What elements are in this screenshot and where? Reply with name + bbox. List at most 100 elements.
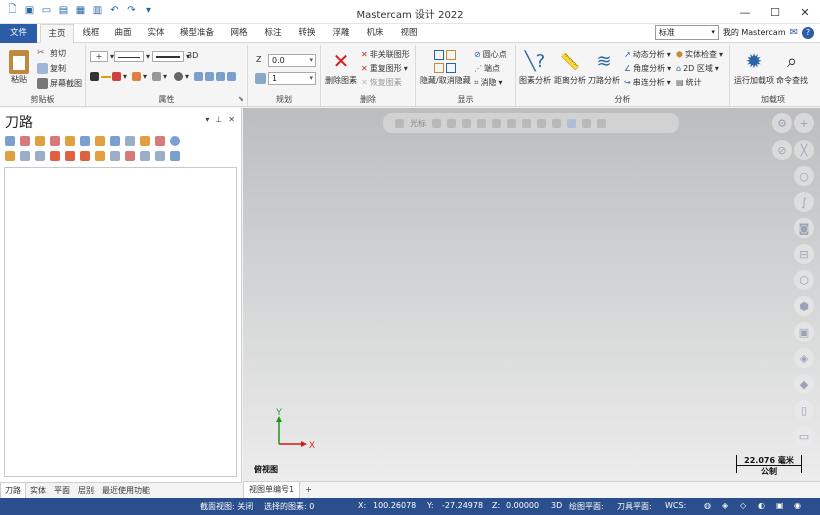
tab-wireframe[interactable]: 线框 bbox=[77, 24, 105, 43]
non-assoc-button[interactable]: ✕ 非关联图形 bbox=[361, 49, 410, 60]
entity-analyze-button[interactable]: ╲? 图素分析 bbox=[519, 49, 551, 86]
add-viewsheet-button[interactable]: + bbox=[300, 482, 317, 498]
grid-icon[interactable] bbox=[552, 118, 561, 128]
add-icon[interactable]: + bbox=[794, 113, 814, 133]
tab-mesh[interactable]: 网格 bbox=[224, 24, 254, 43]
tab-solids[interactable]: 实体 bbox=[141, 24, 171, 43]
material-button[interactable]: ▾ bbox=[152, 72, 167, 81]
edit-icon[interactable] bbox=[155, 136, 165, 146]
pin-icon[interactable]: ⊥ bbox=[215, 115, 222, 124]
plane-mask-icon[interactable]: ▭ bbox=[794, 426, 814, 446]
level-mask-icon[interactable]: ◆ bbox=[794, 374, 814, 394]
line-mask-icon[interactable]: ╳ bbox=[794, 140, 814, 160]
mode-3d-status[interactable]: 3D bbox=[551, 501, 562, 510]
regen-dirty-icon[interactable] bbox=[50, 136, 60, 146]
toolpath-analyze-button[interactable]: ≋ 刀路分析 bbox=[588, 49, 620, 86]
lock-view-icon[interactable] bbox=[395, 118, 404, 128]
optimize-icon[interactable] bbox=[140, 136, 150, 146]
toggle-post-icon[interactable] bbox=[35, 151, 45, 161]
tab-home[interactable]: 主页 bbox=[40, 24, 74, 44]
close-icon[interactable]: ✕ bbox=[790, 0, 820, 24]
shading-mask-icon[interactable]: ▣ bbox=[794, 322, 814, 342]
center-point-button[interactable]: ⊘ 圆心点 bbox=[474, 49, 507, 60]
tab-model-prep[interactable]: 模型准备 bbox=[174, 24, 220, 43]
paste-button[interactable]: 粘贴 bbox=[11, 74, 27, 85]
regen-icon[interactable] bbox=[35, 136, 45, 146]
paste-icon[interactable] bbox=[9, 50, 29, 74]
screenshot-button[interactable]: 屏幕截图 bbox=[37, 78, 82, 89]
tab-solids-panel[interactable]: 实体 bbox=[26, 483, 50, 499]
restore-button[interactable]: ✕ 恢复图素 bbox=[361, 77, 402, 88]
lock-icon[interactable] bbox=[5, 151, 15, 161]
tplane-status[interactable]: 刀具平面: bbox=[617, 501, 652, 512]
operations-tree[interactable] bbox=[4, 167, 237, 477]
select-window-icon[interactable] bbox=[477, 118, 486, 128]
setup-sheet-icon[interactable] bbox=[155, 151, 165, 161]
body-mask-icon[interactable]: ⬢ bbox=[794, 296, 814, 316]
endpoint-button[interactable]: ⋰ 端点 bbox=[474, 63, 500, 74]
clear-icon[interactable]: ⊘ bbox=[772, 140, 792, 160]
section-status-icon[interactable]: ▣ bbox=[776, 501, 784, 510]
spline-mask-icon[interactable]: ∫ bbox=[794, 192, 814, 212]
copy-button[interactable]: 复制 bbox=[37, 63, 66, 74]
surface-color-button[interactable]: ▾ bbox=[112, 72, 127, 81]
post-icon[interactable] bbox=[110, 136, 120, 146]
solid-mask-icon[interactable]: ⊟ bbox=[794, 244, 814, 264]
delete-entity-button[interactable]: ✕ 删除图素 bbox=[325, 49, 357, 86]
solid-color-button[interactable]: ▾ bbox=[132, 72, 147, 81]
cut-button[interactable]: ✂ 剪切 bbox=[37, 48, 66, 59]
duplicate-button[interactable]: ✕ 重复图形 ▾ bbox=[361, 63, 408, 74]
area-2d-button[interactable]: ⌂ 2D 区域 ▾ bbox=[676, 63, 719, 74]
cursor-snap-dropdown[interactable]: 光标 bbox=[410, 118, 426, 129]
refresh-icon[interactable] bbox=[597, 118, 606, 128]
surface-mask-icon[interactable]: ◙ bbox=[794, 218, 814, 238]
blank-button[interactable]: ⌗ 消隐 ▾ bbox=[474, 77, 503, 88]
run-addin-button[interactable]: ✹ 运行加载项 bbox=[734, 49, 774, 86]
tab-annotate[interactable]: 标注 bbox=[258, 24, 288, 43]
email-icon[interactable]: ✉ bbox=[790, 27, 798, 38]
snap-icon[interactable] bbox=[432, 118, 441, 128]
select-all-icon[interactable] bbox=[5, 136, 15, 146]
single-op-icon[interactable] bbox=[110, 151, 120, 161]
help-circle-icon[interactable] bbox=[170, 136, 180, 146]
select-gear-icon[interactable]: ⚙ bbox=[772, 113, 792, 133]
globe-status-icon[interactable]: ◍ bbox=[704, 501, 711, 510]
tab-view[interactable]: 视图 bbox=[394, 24, 424, 43]
point-style-dropdown[interactable]: + ▾ bbox=[90, 51, 114, 62]
cplane-status[interactable]: 绘图平面: bbox=[569, 501, 604, 512]
scroll-icon[interactable] bbox=[95, 151, 105, 161]
g1-icon[interactable] bbox=[125, 136, 135, 146]
tab-recent-functions[interactable]: 最近使用功能 bbox=[98, 483, 154, 499]
copy-op-icon[interactable] bbox=[125, 151, 135, 161]
tab-relief[interactable]: 浮雕 bbox=[326, 24, 356, 43]
level-input[interactable]: 1 bbox=[268, 72, 316, 85]
select-face-icon[interactable] bbox=[537, 118, 546, 128]
pointer-icon[interactable] bbox=[567, 118, 576, 128]
wireframe-status-icon[interactable]: ◇ bbox=[740, 501, 746, 510]
set-attributes-button[interactable] bbox=[194, 72, 236, 81]
mode-3d-toggle[interactable]: 3D bbox=[187, 51, 198, 60]
simulate-icon[interactable] bbox=[95, 136, 105, 146]
select-arrow-icon[interactable] bbox=[447, 118, 456, 128]
verify-icon[interactable] bbox=[80, 136, 90, 146]
hide-unhide-button[interactable]: 隐藏/取消隐藏 bbox=[420, 49, 471, 86]
color-mask-icon[interactable]: ◈ bbox=[794, 348, 814, 368]
deselect-icon[interactable] bbox=[20, 136, 30, 146]
graphics-viewport[interactable]: 光标 ⚙ + ⊘ ╳ ○ ∫ ◙ ⊟ ⬡ ⬢ ▣ ◈ ◆ ▯ ▭ X Y 俯视图… bbox=[243, 108, 820, 481]
z-depth-input[interactable]: 0.0 bbox=[268, 54, 316, 67]
circle-mask-icon[interactable]: ○ bbox=[794, 166, 814, 186]
help-icon[interactable]: ? bbox=[802, 26, 814, 39]
statistics-button[interactable]: ▤ 统计 bbox=[676, 77, 702, 88]
mesh-mask-icon[interactable]: ⬡ bbox=[794, 270, 814, 290]
wcs-status[interactable]: WCS: bbox=[665, 501, 686, 510]
tab-surfaces[interactable]: 曲面 bbox=[108, 24, 138, 43]
tab-planes[interactable]: 平面 bbox=[50, 483, 74, 499]
globe-icon[interactable]: ▾ bbox=[174, 72, 189, 81]
section-view-status[interactable]: 截面视图: 关闭 bbox=[200, 501, 253, 512]
command-finder-button[interactable]: ⌕ 命令查找 bbox=[776, 49, 808, 86]
shading-status-icon[interactable]: ◈ bbox=[722, 501, 728, 510]
my-mastercam-label[interactable]: 我的 Mastercam bbox=[723, 27, 786, 38]
panel-dropdown-icon[interactable]: ▾ bbox=[205, 115, 209, 124]
toggle-display-icon[interactable] bbox=[20, 151, 30, 161]
distance-analyze-button[interactable]: 📏 距离分析 bbox=[554, 49, 586, 86]
